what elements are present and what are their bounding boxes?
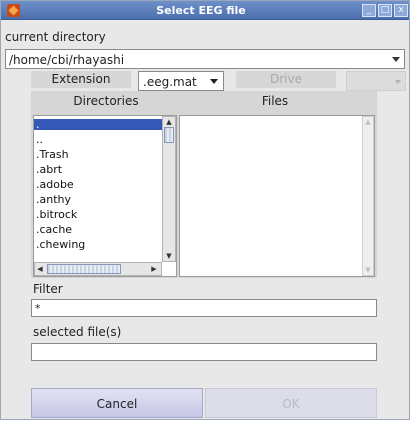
cancel-button-label: Cancel: [96, 397, 138, 411]
directories-list[interactable]: ... .Trash .abrt .adobe .anthy .bitrock .cache…: [33, 115, 177, 277]
scroll-left-arrow-icon[interactable]: ◀: [35, 264, 45, 274]
chevron-down-icon: [392, 57, 400, 62]
maximize-button[interactable]: □: [378, 4, 392, 17]
directories-vertical-scrollbar[interactable]: ▲ ▼: [162, 116, 176, 262]
close-button[interactable]: x: [394, 4, 408, 17]
directories-horizontal-scrollbar[interactable]: ◀ ▶: [34, 262, 162, 276]
extension-label: Extension: [31, 71, 131, 88]
list-item[interactable]: .cache: [34, 224, 162, 235]
horizontal-scroll-thumb[interactable]: [47, 264, 121, 274]
list-item[interactable]: .abrt: [34, 164, 162, 175]
scroll-thumb[interactable]: [164, 127, 174, 143]
scroll-up-arrow-icon[interactable]: ▲: [363, 117, 373, 127]
list-item[interactable]: .bitrock: [34, 209, 162, 220]
cancel-button[interactable]: Cancel: [31, 388, 203, 418]
files-vertical-scrollbar[interactable]: ▲ ▼: [362, 116, 374, 276]
drive-dropdown[interactable]: [346, 71, 406, 91]
selected-files-label: selected file(s): [33, 325, 122, 339]
scroll-down-arrow-icon[interactable]: ▼: [363, 265, 373, 275]
scroll-down-arrow-icon[interactable]: ▼: [163, 251, 175, 261]
files-list[interactable]: ▲ ▼: [179, 115, 375, 277]
title-bar[interactable]: Select EEG file _ □ x: [1, 1, 409, 20]
list-item[interactable]: .adobe: [34, 179, 162, 190]
ok-button-label: OK: [282, 397, 300, 411]
list-item[interactable]: ..: [34, 134, 162, 145]
directories-header: Directories: [73, 94, 139, 108]
extension-value: .eeg.mat: [143, 75, 197, 89]
filter-value: *: [35, 302, 41, 315]
scroll-up-arrow-icon[interactable]: ▲: [163, 117, 175, 127]
current-directory-dropdown[interactable]: /home/cbi/rhayashi: [5, 49, 405, 69]
files-header: Files: [261, 94, 289, 108]
filter-label: Filter: [33, 282, 63, 296]
chevron-down-icon: [395, 80, 401, 84]
scroll-right-arrow-icon[interactable]: ▶: [149, 264, 159, 274]
dialog-window: Select EEG file _ □ x current directory …: [0, 0, 410, 420]
list-item[interactable]: .chewing: [34, 239, 162, 250]
selected-files-input[interactable]: [31, 343, 377, 361]
browser-panel: Directories Files ... .Trash .abrt .adobe .a…: [31, 91, 377, 278]
list-item[interactable]: .: [34, 119, 162, 130]
matlab-icon: [7, 4, 20, 17]
list-item[interactable]: .anthy: [34, 194, 162, 205]
drive-label: Drive: [236, 71, 336, 88]
chevron-down-icon: [210, 79, 218, 84]
extension-dropdown[interactable]: .eeg.mat: [138, 71, 224, 91]
window-title: Select EEG file: [156, 4, 246, 17]
filter-input[interactable]: *: [31, 299, 377, 317]
list-item[interactable]: .Trash: [34, 149, 162, 160]
current-directory-value: /home/cbi/rhayashi: [9, 53, 125, 67]
current-directory-label: current directory: [5, 30, 106, 44]
minimize-button[interactable]: _: [362, 4, 376, 17]
ok-button[interactable]: OK: [205, 388, 377, 418]
